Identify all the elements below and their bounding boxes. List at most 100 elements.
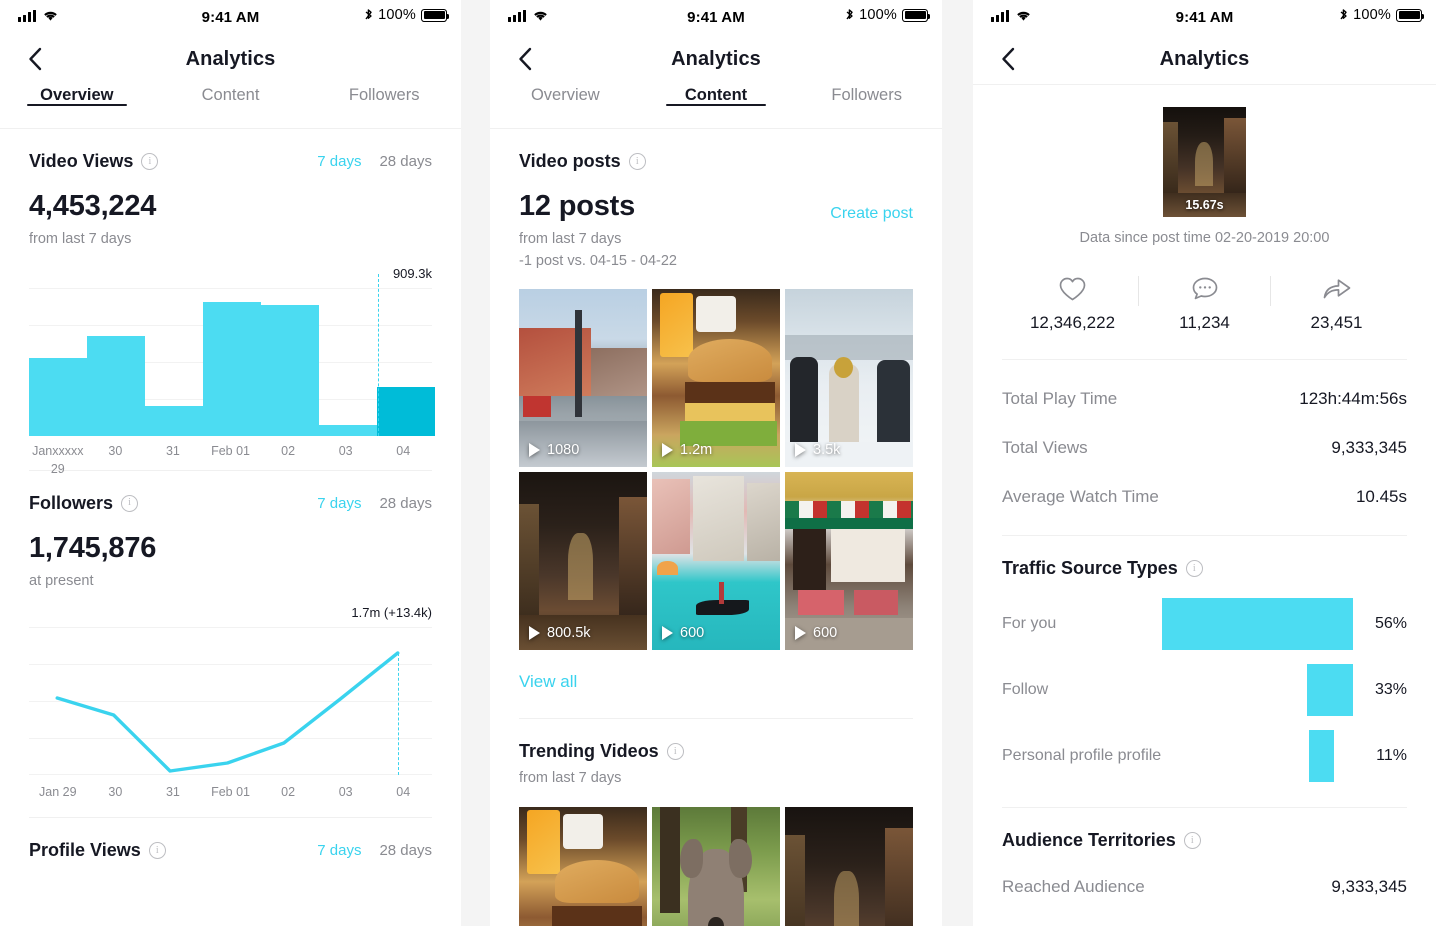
info-icon[interactable]: i	[1183, 832, 1201, 849]
play-count: 600	[680, 625, 705, 642]
info-icon[interactable]: i	[121, 494, 139, 512]
likes-stat: 12,346,222	[1007, 274, 1138, 333]
section-video-views: Video Views i 7 days 28 days 4,453,224 f…	[0, 151, 461, 476]
create-post-button[interactable]: Create post	[830, 205, 913, 223]
range-7-days[interactable]: 7 days	[317, 495, 361, 512]
range-7-days[interactable]: 7 days	[317, 842, 361, 859]
bar-series	[29, 288, 435, 436]
back-button[interactable]	[997, 46, 1019, 72]
video-thumbnail[interactable]: 600	[785, 472, 913, 651]
battery-full-icon	[1396, 8, 1425, 22]
stat-label: Total Play Time	[1002, 389, 1118, 408]
status-bar-right: 100%	[364, 7, 450, 23]
video-views-range-toggle: 7 days 28 days	[317, 153, 432, 170]
video-posts-grid: 1080 1.2m 3.5k 800.5k 600 600	[519, 289, 913, 651]
video-duration: 15.67s	[1185, 198, 1224, 212]
back-button[interactable]	[514, 46, 536, 72]
info-icon[interactable]: i	[628, 153, 646, 170]
stat-value: 9,333,345	[1331, 438, 1407, 457]
play-count-row: 3.5k	[795, 442, 840, 458]
tab-bar: Overview Content Followers	[0, 84, 461, 129]
followers-value: 1,745,876	[29, 531, 157, 564]
nav-bar: Analytics	[0, 34, 461, 84]
profile-views-title: Profile Views	[29, 840, 141, 861]
section-followers: Followers i 7 days 28 days 1,745,876 at …	[0, 493, 461, 806]
trending-videos-header: Trending Videos i	[519, 741, 913, 762]
back-button[interactable]	[24, 46, 46, 72]
heart-icon	[1007, 274, 1138, 304]
video-thumbnail[interactable]: 3.5k	[785, 289, 913, 468]
range-28-days[interactable]: 28 days	[379, 153, 432, 170]
trending-thumbnail[interactable]	[785, 806, 913, 926]
traffic-row-follow: Follow 33%	[1002, 657, 1407, 723]
x-label-1: 30	[108, 785, 123, 800]
info-icon[interactable]: i	[148, 842, 166, 860]
video-thumbnail[interactable]: 1080	[519, 289, 647, 468]
comments-count: 11,234	[1179, 313, 1230, 332]
trending-thumbnail[interactable]	[519, 806, 647, 926]
x-label-4: 02	[281, 785, 296, 800]
status-bar-right: 100%	[845, 7, 931, 23]
tab-followers[interactable]: Followers	[307, 84, 461, 105]
likes-count: 12,346,222	[1029, 313, 1116, 332]
info-icon[interactable]: i	[141, 153, 159, 170]
info-icon[interactable]: i	[1185, 560, 1203, 577]
tab-overview[interactable]: Overview	[0, 84, 154, 105]
reached-audience-label: Reached Audience	[1002, 877, 1145, 896]
info-icon[interactable]: i	[666, 743, 684, 761]
x-label-3: Feb 01	[211, 443, 250, 458]
play-icon	[529, 443, 540, 458]
play-count-row: 1.2m	[662, 442, 712, 458]
profile-views-header: Profile Views i 7 days 28 days	[29, 840, 432, 861]
traffic-source-chart: For you 56% Follow 33% Personal profile …	[1002, 591, 1407, 789]
range-7-days[interactable]: 7 days	[317, 153, 361, 170]
page-title: Analytics	[671, 47, 761, 70]
audience-territories-title: Audience Territories	[1002, 830, 1176, 850]
play-icon	[795, 626, 806, 641]
play-icon	[795, 443, 806, 458]
video-views-peak-label: 909.3k	[392, 265, 432, 281]
video-thumbnail[interactable]: 800.5k	[519, 472, 647, 651]
line-chart-plot	[29, 627, 432, 776]
traffic-bar-zone	[1162, 591, 1353, 657]
video-poster[interactable]: 15.67s	[1163, 107, 1246, 217]
traffic-source-header: Traffic Source Types i	[1002, 558, 1407, 579]
play-count: 600	[813, 625, 838, 642]
line-chart-marker-line	[397, 653, 399, 776]
traffic-bar	[1162, 598, 1353, 650]
trending-videos-subnote: from last 7 days	[519, 770, 622, 787]
profile-views-range-toggle: 7 days 28 days	[317, 842, 432, 859]
video-posts-count: 12 posts	[519, 190, 636, 222]
view-all-link[interactable]: View all	[519, 672, 577, 692]
city-street-buildings-thumbnail	[519, 289, 647, 468]
range-28-days[interactable]: 28 days	[379, 842, 432, 859]
tab-overview-label: Overview	[40, 86, 114, 104]
divider	[1002, 359, 1407, 360]
stat-value: 123h:44m:56s	[1299, 389, 1407, 408]
video-thumbnail[interactable]: 1.2m	[652, 289, 780, 468]
followers-peak-label: 1.7m (+13.4k)	[351, 605, 432, 621]
tab-overview-label: Overview	[530, 86, 600, 104]
phone-panel-content: 9:41 AM 100% Analytics Overview Content …	[490, 0, 942, 926]
divider	[1002, 807, 1407, 808]
trending-thumbnail[interactable]	[652, 806, 780, 926]
traffic-bar	[1309, 730, 1334, 782]
traffic-label: Personal profile profile	[1002, 747, 1162, 765]
followers-subnote: at present	[29, 572, 94, 589]
traffic-bar	[1307, 664, 1353, 716]
tab-followers[interactable]: Followers	[791, 84, 942, 105]
tab-overview[interactable]: Overview	[490, 84, 641, 105]
video-thumbnail[interactable]: 600	[652, 472, 780, 651]
divider	[1002, 535, 1407, 536]
shares-stat: 23,451	[1271, 274, 1402, 333]
x-label-6: 04	[396, 443, 411, 458]
play-icon	[662, 443, 673, 458]
engagement-row: 12,346,222 11,234 23,451	[1002, 274, 1407, 333]
tab-content[interactable]: Content	[641, 84, 792, 105]
traffic-label: For you	[1002, 615, 1057, 633]
tab-followers-label: Followers	[348, 86, 420, 104]
range-28-days[interactable]: 28 days	[379, 495, 432, 512]
table-row: Total Play Time 123h:44m:56s	[1002, 389, 1407, 409]
bluetooth-icon	[364, 8, 373, 23]
tab-content[interactable]: Content	[154, 84, 308, 105]
